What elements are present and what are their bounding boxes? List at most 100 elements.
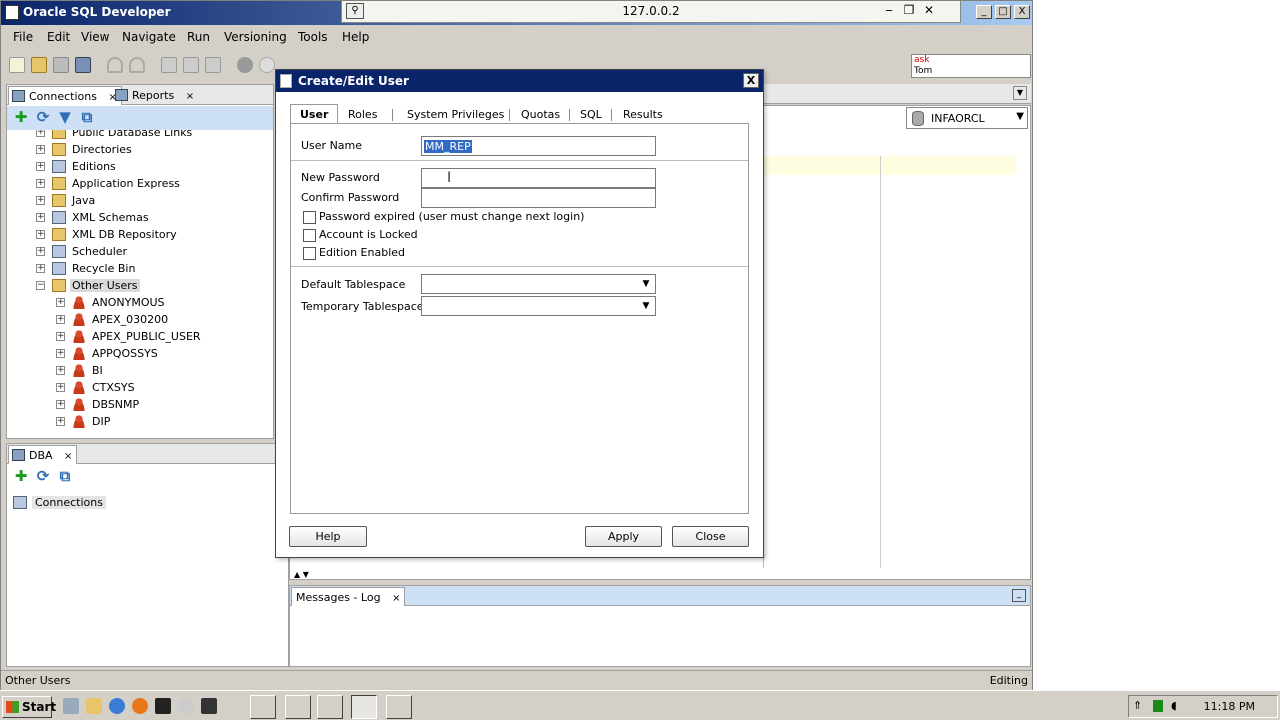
ask-tom-search[interactable]: ask Tom — [911, 54, 1031, 78]
tab-user[interactable]: User — [290, 104, 339, 125]
connection-select[interactable]: INFAORCL ▼ — [906, 107, 1028, 129]
start-button[interactable]: Start — [2, 696, 56, 718]
expand-icon[interactable]: + — [56, 383, 65, 392]
expand-icon[interactable]: + — [56, 349, 65, 358]
close-window-button[interactable]: X — [1014, 5, 1030, 19]
explorer-icon[interactable] — [86, 698, 102, 714]
expand-icon[interactable]: + — [56, 366, 65, 375]
paste-icon[interactable] — [205, 57, 221, 73]
filter-icon[interactable]: ▼ — [57, 110, 73, 126]
add-dba-connection-icon[interactable]: ✚ — [13, 469, 29, 485]
close-reports-tab-icon[interactable]: × — [186, 91, 194, 102]
default-tablespace-select[interactable]: ▼ — [421, 274, 656, 294]
network-icon[interactable] — [1153, 700, 1163, 712]
tab-reports[interactable]: Reports × — [112, 86, 198, 105]
task-sql-developer[interactable] — [351, 695, 377, 719]
copy-icon[interactable] — [183, 57, 199, 73]
menu-tools[interactable]: Tools — [298, 30, 328, 44]
menu-navigate[interactable]: Navigate — [122, 30, 176, 44]
task-ie[interactable] — [285, 695, 311, 719]
new-password-input[interactable] — [421, 168, 656, 188]
quicklaunch-more-icon[interactable] — [201, 698, 217, 714]
redo-icon[interactable] — [129, 57, 145, 73]
close-dba-tab-icon[interactable]: × — [64, 451, 72, 462]
close-button[interactable]: Close — [672, 526, 749, 547]
tab-quotas[interactable]: Quotas — [521, 104, 560, 124]
tab-connections[interactable]: Connections × — [8, 86, 122, 105]
firefox-icon[interactable] — [132, 698, 148, 714]
expand-icon[interactable]: + — [56, 417, 65, 426]
tray-expand-icon[interactable]: ⇑ — [1133, 699, 1142, 712]
scroll-up-icon[interactable]: ▲ — [294, 570, 300, 579]
maximize-button[interactable]: □ — [995, 5, 1011, 19]
search-icon[interactable] — [178, 698, 194, 714]
cut-icon[interactable] — [161, 57, 177, 73]
forward-icon[interactable] — [259, 57, 275, 73]
add-connection-icon[interactable]: ✚ — [13, 110, 29, 126]
expand-icon[interactable]: + — [36, 162, 45, 171]
expand-icon[interactable]: + — [56, 315, 65, 324]
dialog-close-icon[interactable]: X — [743, 73, 759, 88]
expand-icon[interactable]: + — [36, 145, 45, 154]
ie-icon[interactable] — [109, 698, 125, 714]
editor-menu-icon[interactable]: ▼ — [1013, 86, 1027, 100]
apply-button[interactable]: Apply — [585, 526, 662, 547]
menu-help[interactable]: Help — [342, 30, 369, 44]
tab-sql[interactable]: SQL — [580, 104, 602, 124]
new-icon[interactable] — [9, 57, 25, 73]
help-button[interactable]: Help — [289, 526, 367, 547]
schema-browser-icon[interactable]: ⧉ — [79, 110, 95, 126]
expand-icon[interactable]: + — [36, 130, 45, 137]
edition-enabled-checkbox[interactable] — [303, 247, 316, 260]
task-notepad[interactable] — [386, 695, 412, 719]
menu-run[interactable]: Run — [187, 30, 210, 44]
scroll-down-icon[interactable]: ▼ — [303, 570, 309, 579]
tab-messages-log[interactable]: Messages - Log × — [291, 587, 406, 606]
save-icon[interactable] — [53, 57, 69, 73]
editor-tabstrip: ▼ — [763, 84, 1031, 104]
expand-icon[interactable]: + — [56, 332, 65, 341]
close-messages-tab-icon[interactable]: × — [392, 593, 400, 604]
tab-dba[interactable]: DBA × — [8, 445, 78, 464]
expand-icon[interactable]: + — [36, 230, 45, 239]
save-all-icon[interactable] — [75, 57, 91, 73]
rdp-close-button[interactable]: ✕ — [920, 2, 938, 20]
expand-icon[interactable]: + — [56, 298, 65, 307]
minimize-button[interactable]: _ — [976, 5, 992, 19]
volume-icon[interactable]: ◖ — [1171, 699, 1177, 712]
menu-view[interactable]: View — [81, 30, 109, 44]
task-explorer[interactable] — [317, 695, 343, 719]
server-manager-icon[interactable] — [63, 698, 79, 714]
confirm-password-input[interactable] — [421, 188, 656, 208]
menu-edit[interactable]: Edit — [47, 30, 70, 44]
undo-icon[interactable] — [107, 57, 123, 73]
tab-results[interactable]: Results — [623, 104, 663, 124]
tab-roles[interactable]: Roles — [348, 104, 377, 124]
collapse-icon[interactable]: − — [36, 281, 45, 290]
account-locked-checkbox[interactable] — [303, 229, 316, 242]
rdp-restore-button[interactable]: ❐ — [900, 2, 918, 20]
rdp-minimize-button[interactable]: ‒ — [880, 2, 898, 20]
expand-icon[interactable]: + — [36, 179, 45, 188]
task-terminal[interactable] — [250, 695, 276, 719]
menu-versioning[interactable]: Versioning — [224, 30, 287, 44]
user-name-input[interactable]: MM_REP — [421, 136, 656, 156]
expand-icon[interactable]: + — [36, 213, 45, 222]
temporary-tablespace-select[interactable]: ▼ — [421, 296, 656, 316]
back-icon[interactable] — [237, 57, 253, 73]
cmd-icon[interactable] — [155, 698, 171, 714]
refresh-icon[interactable]: ⟳ — [35, 110, 51, 126]
menu-file[interactable]: File — [13, 30, 33, 44]
dba-refresh-icon[interactable]: ⟳ — [35, 469, 51, 485]
section-divider — [291, 266, 748, 267]
expand-icon[interactable]: + — [56, 400, 65, 409]
dba-collapse-icon[interactable]: ⧉ — [57, 469, 73, 485]
open-icon[interactable] — [31, 57, 47, 73]
password-expired-checkbox[interactable] — [303, 211, 316, 224]
expand-icon[interactable]: + — [36, 196, 45, 205]
panel-scroll-arrows[interactable]: ▲ ▼ — [294, 570, 309, 579]
expand-icon[interactable]: + — [36, 264, 45, 273]
tab-system-privileges[interactable]: System Privileges — [407, 104, 504, 124]
minimize-pane-icon[interactable]: _ — [1012, 589, 1026, 602]
expand-icon[interactable]: + — [36, 247, 45, 256]
